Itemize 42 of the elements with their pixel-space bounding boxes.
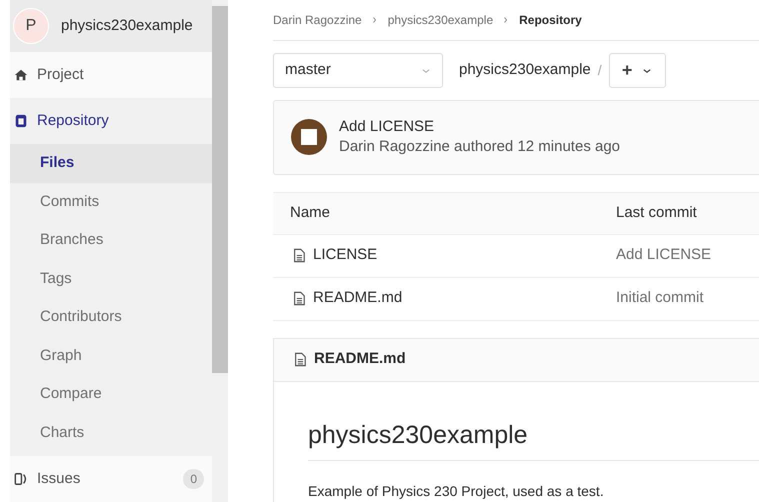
sidebar-item[interactable]: Project	[10, 52, 212, 98]
sidebar-subitem[interactable]: Charts	[10, 414, 212, 452]
file-icon	[292, 248, 306, 263]
sidebar-subitem[interactable]: Commits	[10, 182, 212, 221]
column-header: Last commit	[616, 202, 697, 223]
column-header: Name	[289, 202, 332, 223]
commit-link[interactable]: Add LICENSE	[616, 244, 712, 267]
add-button[interactable]: +	[608, 53, 666, 88]
chevron-icon	[370, 16, 379, 24]
scrollbar-thumb[interactable]	[212, 6, 228, 373]
breadcrumb-link[interactable]: Repository	[519, 11, 582, 30]
author-avatar-icon	[291, 119, 327, 156]
issues-icon	[14, 472, 28, 486]
sidebar-item[interactable]: Issues 0	[10, 456, 212, 502]
commit-title[interactable]: Add LICENSE	[339, 117, 620, 138]
repository-path[interactable]: physics230example	[459, 59, 591, 82]
document-icon	[14, 114, 28, 128]
breadcrumb-link[interactable]: Darin Ragozzine	[273, 11, 362, 30]
path-separator: /	[598, 61, 602, 80]
file-icon	[292, 291, 306, 306]
sidebar-subitem[interactable]: Tags	[10, 260, 212, 298]
readme-heading: physics230example	[308, 416, 759, 461]
count-badge: 0	[183, 469, 204, 489]
sidebar-subitem[interactable]: Graph	[10, 336, 212, 375]
file-icon	[293, 352, 307, 367]
sidebar-subitem[interactable]: Branches	[10, 221, 212, 260]
project-avatar: P	[13, 8, 49, 44]
file-link[interactable]: README.md	[313, 287, 402, 310]
project-name[interactable]: physics230example	[61, 14, 193, 38]
commit-link[interactable]: Initial commit	[616, 287, 704, 310]
scrollbar[interactable]	[212, 0, 228, 502]
sidebar-item[interactable]: Repository	[10, 98, 212, 144]
sidebar-subitem[interactable]: Compare	[10, 375, 212, 414]
commit-meta: Darin Ragozzine authored 12 minutes ago	[339, 137, 620, 158]
breadcrumb-link[interactable]: physics230example	[388, 11, 494, 30]
branch-dropdown[interactable]: master	[273, 53, 443, 88]
file-link[interactable]: LICENSE	[313, 244, 378, 267]
sidebar-subitem[interactable]: Contributors	[10, 298, 212, 336]
sidebar-subitem[interactable]: Files	[10, 144, 212, 182]
home-icon	[14, 68, 28, 82]
readme-paragraph: Example of Physics 230 Project, used as a test.	[308, 482, 605, 501]
readme-filename: README.md	[314, 349, 406, 370]
